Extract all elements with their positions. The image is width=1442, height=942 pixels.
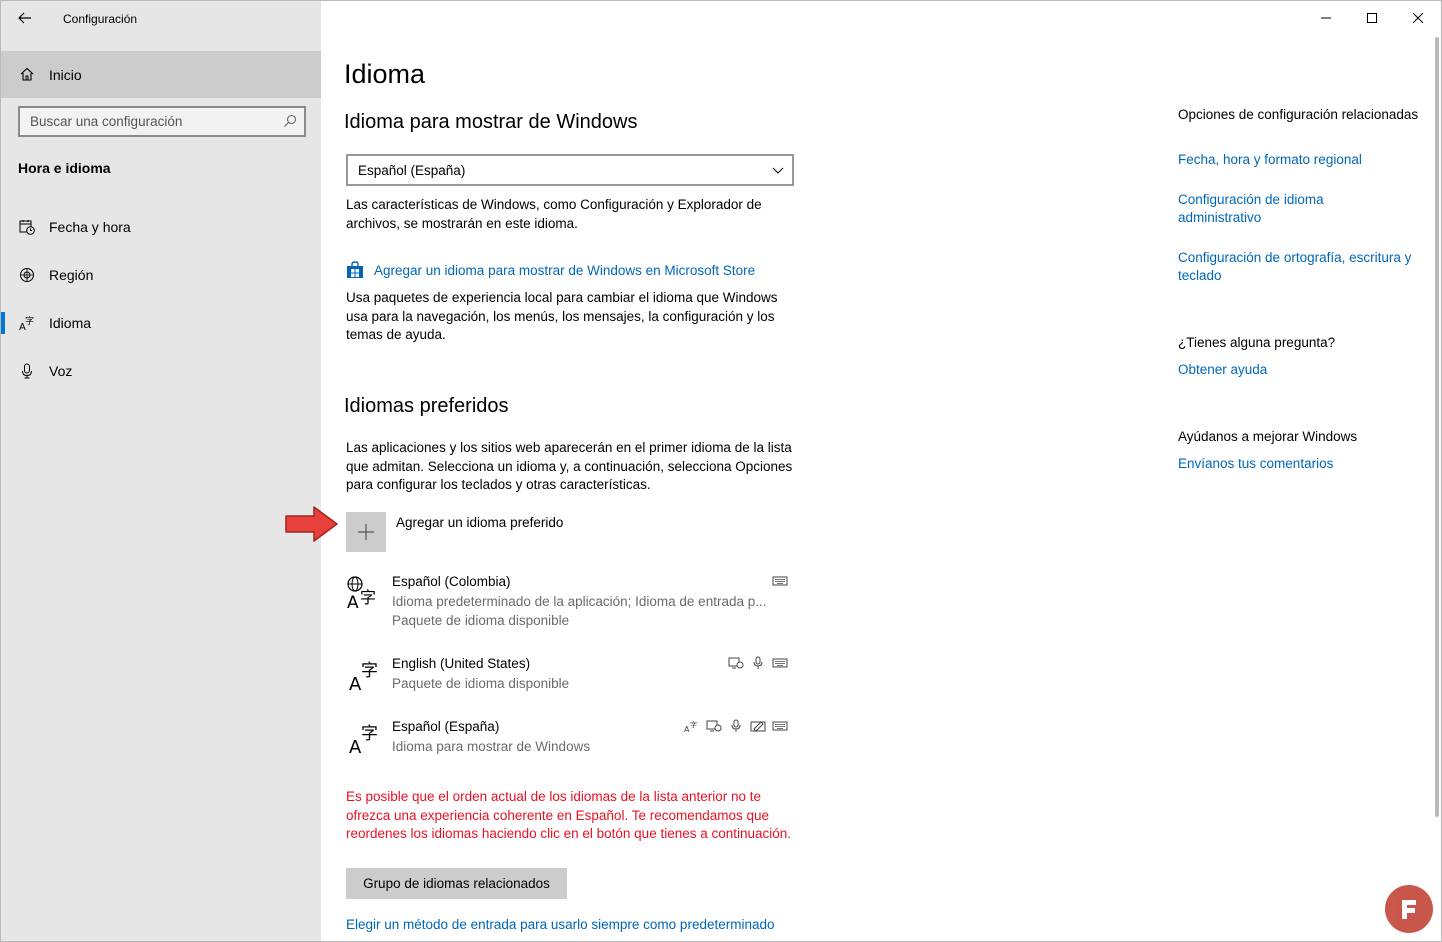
sidebar-item-home[interactable]: Inicio [1, 51, 321, 98]
language-item-es-es[interactable]: A 字 Español (España) Idioma para mostrar… [346, 719, 788, 759]
display-language-icon: A字 [684, 720, 697, 733]
language-status: Idioma predeterminado de la aplicación; … [392, 594, 767, 609]
add-icon-box [346, 512, 386, 552]
language-pack-status: Paquete de idioma disponible [392, 676, 570, 691]
chevron-down-icon [772, 167, 784, 174]
home-icon [20, 67, 34, 81]
spelling-typing-link[interactable]: Configuración de ortografía, escritura y… [1178, 249, 1428, 285]
language-icon: A字 [19, 315, 34, 331]
sidebar-item-language[interactable]: A字 Idioma [1, 303, 321, 343]
preferred-languages-description: Las aplicaciones y los sitios web aparec… [346, 440, 793, 492]
scrollbar[interactable] [1435, 37, 1439, 817]
preferred-languages-heading: Idiomas preferidos [344, 395, 509, 417]
dropdown-value: Español (España) [358, 163, 466, 178]
keyboard-icon [772, 658, 788, 668]
annotation-arrow-icon [285, 506, 338, 542]
sidebar-item-label: Inicio [49, 67, 82, 83]
main-content: Idioma Idioma para mostrar de Windows Es… [321, 1, 1441, 941]
improve-heading: Ayúdanos a mejorar Windows [1178, 429, 1358, 444]
related-language-group-button[interactable]: Grupo de idiomas relacionados [346, 868, 567, 899]
svg-text:字: 字 [361, 724, 378, 744]
add-language-label: Agregar un idioma preferido [396, 515, 564, 530]
sidebar-item-label: Voz [49, 363, 73, 379]
language-status: Idioma para mostrar de Windows [392, 739, 591, 754]
section-title: Hora e idioma [18, 160, 111, 176]
app-title: Configuración [63, 12, 138, 26]
globe-region-icon [20, 268, 34, 282]
language-name: Español (Colombia) [392, 574, 511, 589]
plus-icon [358, 524, 374, 540]
handwriting-icon [750, 721, 766, 732]
language-features: A字 [684, 719, 788, 733]
language-name: English (United States) [392, 656, 531, 671]
microphone-icon [753, 656, 763, 669]
sidebar-item-region[interactable]: Región [1, 255, 321, 295]
get-help-link[interactable]: Obtener ayuda [1178, 361, 1428, 379]
page-title: Idioma [344, 59, 426, 89]
search-box[interactable] [18, 106, 306, 137]
display-language-heading: Idioma para mostrar de Windows [344, 111, 638, 133]
language-order-warning: Es posible que el orden actual de los id… [346, 789, 792, 841]
store-description: Usa paquetes de experiencia local para c… [346, 290, 778, 342]
language-features [772, 574, 788, 588]
svg-text:字: 字 [25, 315, 34, 327]
settings-window: Configuración Inicio Hora e idioma Fecha… [0, 0, 1442, 942]
calendar-clock-icon [19, 220, 35, 235]
microphone-icon [22, 363, 32, 379]
keyboard-icon [772, 576, 788, 586]
input-method-link[interactable]: Elegir un método de entrada para usarlo … [346, 917, 775, 932]
regional-format-link[interactable]: Fecha, hora y formato regional [1178, 151, 1428, 169]
add-language-button[interactable]: Agregar un idioma preferido [346, 512, 786, 552]
feedback-link[interactable]: Envíanos tus comentarios [1178, 455, 1428, 473]
sidebar-item-label: Región [49, 267, 94, 283]
svg-text:字: 字 [690, 720, 697, 729]
language-icon: A 字 [349, 661, 378, 692]
store-icon [347, 261, 363, 278]
language-pack-status: Paquete de idioma disponible [392, 613, 570, 628]
text-to-speech-icon [728, 657, 744, 669]
language-name: Español (España) [392, 719, 500, 734]
question-heading: ¿Tienes alguna pregunta? [1178, 335, 1336, 350]
back-arrow-icon [18, 12, 31, 24]
language-features [728, 656, 788, 670]
keyboard-icon [772, 721, 788, 731]
admin-language-link[interactable]: Configuración de idioma administrativo [1178, 191, 1378, 227]
display-language-description: Las características de Windows, como Con… [346, 197, 762, 231]
text-to-speech-icon [706, 720, 722, 732]
title-bar: Configuración [1, 1, 321, 35]
sidebar-item-label: Fecha y hora [49, 219, 131, 235]
sidebar-item-label: Idioma [49, 315, 92, 331]
svg-text:字: 字 [360, 588, 376, 607]
language-item-en-us[interactable]: A 字 English (United States) Paquete de i… [346, 656, 788, 696]
store-link-label[interactable]: Agregar un idioma para mostrar de Window… [374, 263, 755, 278]
search-input[interactable] [20, 108, 304, 135]
language-item-es-co[interactable]: A 字 Español (Colombia) Idioma predetermi… [346, 574, 788, 630]
sidebar: Configuración Inicio Hora e idioma Fecha… [1, 1, 321, 941]
language-globe-icon: A 字 [347, 576, 376, 610]
sidebar-item-voice[interactable]: Voz [1, 351, 321, 391]
related-settings-heading: Opciones de configuración relacionadas [1178, 107, 1419, 122]
microphone-icon [731, 719, 741, 732]
language-icon: A 字 [349, 724, 378, 755]
search-icon [284, 114, 297, 127]
sidebar-item-date-time[interactable]: Fecha y hora [1, 207, 321, 247]
svg-text:字: 字 [361, 661, 378, 681]
back-button[interactable] [9, 5, 41, 31]
display-language-dropdown[interactable]: Español (España) [346, 154, 794, 186]
logo-icon [1402, 900, 1416, 919]
svg-text:A: A [347, 593, 359, 610]
watermark-logo [1385, 885, 1433, 933]
